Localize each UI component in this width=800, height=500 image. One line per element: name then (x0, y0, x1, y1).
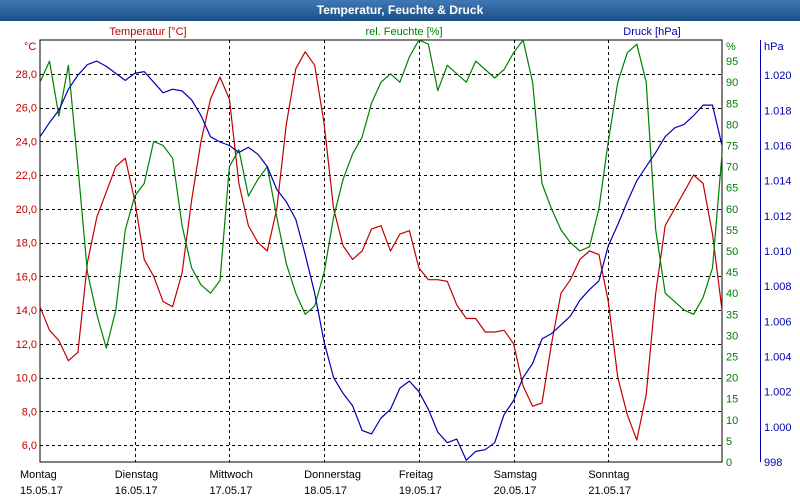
x-tick-date: 15.05.17 (20, 485, 63, 497)
series-legend-label: Druck [hPa] (623, 26, 680, 38)
pressure-axis: hPa 998 1.000 1.002 1.004 1.006 1.008 1.010 1.01… (760, 40, 792, 469)
humidity-tick-label: 5 (726, 436, 732, 448)
temperature-tick-label: 22,0 (16, 170, 37, 182)
pressure-tick-label: 1.008 (764, 281, 792, 293)
x-tick-day: Donnerstag (304, 469, 361, 481)
pressure-tick-label: 1.014 (764, 176, 792, 188)
temperature-tick-label: 12,0 (16, 339, 37, 351)
temperature-tick-label: 18,0 (16, 238, 37, 250)
x-tick-day: Samstag (494, 469, 537, 481)
pressure-tick-label: 1.004 (764, 352, 792, 364)
x-tick-day: Sonntag (588, 469, 629, 481)
series-legend-label: Temperatur [°C] (109, 26, 186, 38)
humidity-tick-label: 25 (726, 352, 738, 364)
humidity-tick-label: 15 (726, 394, 738, 406)
x-tick-day: Freitag (399, 469, 433, 481)
x-tick-date: 16.05.17 (115, 485, 158, 497)
humidity-tick-label: 60 (726, 204, 738, 216)
humidity-tick-label: 35 (726, 309, 738, 321)
x-tick-date: 21.05.17 (588, 485, 631, 497)
temperature-tick-label: 20,0 (16, 204, 37, 216)
temperature-axis: °C 6,0 8,0 10,0 12,0 14,0 16,0 18,0 20,0 22,0 24,0… (16, 26, 681, 452)
pressure-tick-label: 1.010 (764, 246, 792, 258)
temperature-tick-label: 26,0 (16, 103, 37, 115)
humidity-axis: % 0 5 10 15 20 25 30 35 40 45 50 55 60 65 70 75 80 85 90 95 (726, 41, 738, 469)
humidity-tick-label: 65 (726, 183, 738, 195)
humidity-tick-label: 80 (726, 119, 738, 131)
humidity-tick-label: 75 (726, 141, 738, 153)
pressure-tick-label: 1.018 (764, 105, 792, 117)
pressure-series-line (39, 60, 723, 461)
series-group (39, 39, 723, 461)
x-tick-day: Mittwoch (209, 469, 252, 481)
x-tick-day: Dienstag (115, 469, 158, 481)
humidity-tick-label: 85 (726, 98, 738, 110)
humidity-tick-label: 95 (726, 56, 738, 68)
pressure-tick-label: 998 (764, 457, 782, 469)
x-axis-labels: Montag 15.05.17 Dienstag 16.05.17 Mittwoch 17… (20, 469, 631, 497)
pressure-tick-label: 1.006 (764, 316, 792, 328)
temperature-unit-label: °C (24, 41, 36, 53)
temperature-tick-label: 14,0 (16, 305, 37, 317)
humidity-unit-label: % (726, 41, 736, 53)
series-legend-label: rel. Feuchte [%] (365, 26, 442, 38)
temperature-tick-label: 10,0 (16, 373, 37, 385)
temperature-tick-label: 16,0 (16, 271, 37, 283)
temperature-tick-label: 6,0 (22, 440, 37, 452)
humidity-tick-label: 45 (726, 267, 738, 279)
x-tick-date: 18.05.17 (304, 485, 347, 497)
humidity-tick-label: 40 (726, 288, 738, 300)
pressure-tick-label: 1.000 (764, 422, 792, 434)
humidity-tick-label: 55 (726, 225, 738, 237)
temperature-tick-label: 8,0 (22, 406, 37, 418)
chart-canvas: °C 6,0 8,0 10,0 12,0 14,0 16,0 18,0 20,0 22,0 24,0… (16, 26, 792, 497)
pressure-tick-label: 1.002 (764, 387, 792, 399)
pressure-tick-label: 1.016 (764, 141, 792, 153)
humidity-tick-label: 20 (726, 373, 738, 385)
x-tick-date: 19.05.17 (399, 485, 442, 497)
pressure-unit-label: hPa (764, 41, 784, 53)
x-tick-date: 20.05.17 (494, 485, 537, 497)
pressure-tick-label: 1.020 (764, 70, 792, 82)
temperature-tick-label: 28,0 (16, 69, 37, 81)
humidity-tick-label: 50 (726, 246, 738, 258)
humidity-tick-label: 10 (726, 415, 738, 427)
temperature-series-line (39, 51, 723, 441)
humidity-tick-label: 0 (726, 457, 732, 469)
humidity-tick-label: 70 (726, 162, 738, 174)
temperature-tick-label: 24,0 (16, 136, 37, 148)
x-tick-date: 17.05.17 (209, 485, 252, 497)
humidity-tick-label: 90 (726, 77, 738, 89)
humidity-series-line (39, 39, 723, 349)
humidity-tick-label: 30 (726, 330, 738, 342)
x-tick-day: Montag (20, 469, 57, 481)
pressure-tick-label: 1.012 (764, 211, 792, 223)
